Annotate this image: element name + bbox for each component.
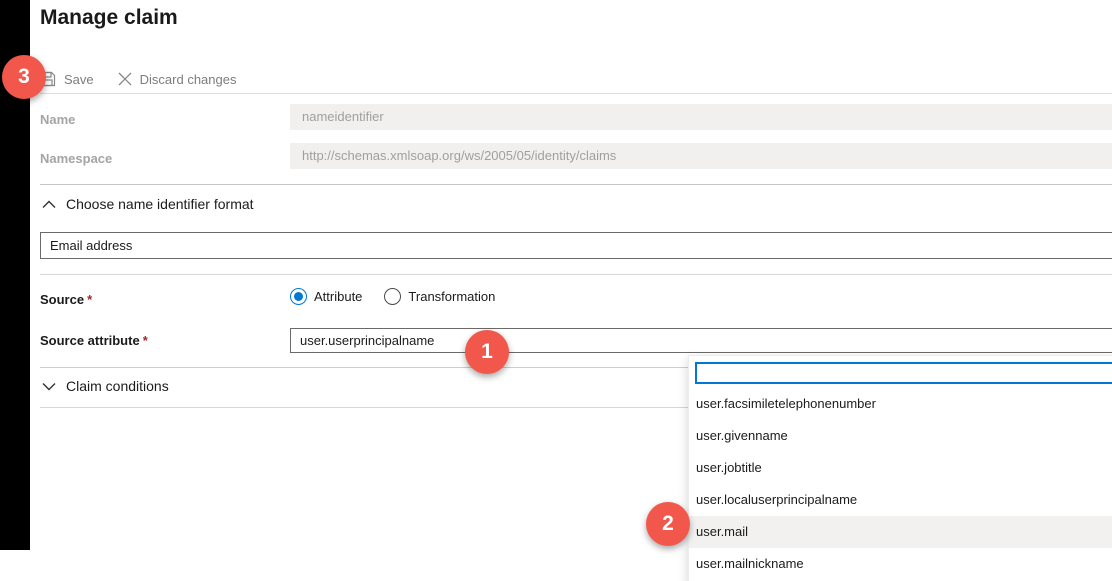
section-divider	[40, 184, 1112, 185]
name-identifier-format-select[interactable]: Email address	[40, 232, 1112, 259]
source-field-label: Source *	[40, 292, 93, 307]
discard-x-icon	[118, 72, 132, 86]
annotation-badge-3: 3	[2, 55, 46, 99]
source-attribute-dropdown: user.facsimiletelephonenumber user.given…	[688, 355, 1112, 581]
row-divider	[40, 274, 1112, 275]
toolbar-divider	[40, 93, 1112, 94]
radio-selected-icon	[290, 288, 307, 305]
list-item[interactable]: user.mailnickname	[689, 548, 1112, 580]
annotation-badge-2: 2	[646, 502, 690, 546]
source-attribute-field-label: Source attribute *	[40, 333, 148, 348]
discard-changes-label: Discard changes	[139, 71, 237, 87]
radio-transformation-label: Transformation	[408, 289, 496, 304]
list-item-user-mail[interactable]: user.mail	[689, 516, 1112, 548]
name-field-label: Name	[40, 112, 76, 127]
radio-unselected-icon	[384, 288, 402, 305]
claim-conditions-section-label: Claim conditions	[66, 378, 169, 394]
source-attribute-input[interactable]	[290, 328, 1112, 353]
namespace-field-value: http://schemas.xmlsoap.org/ws/2005/05/id…	[290, 143, 1112, 169]
name-identifier-format-section-label: Choose name identifier format	[66, 196, 254, 212]
command-bar: Save Discard changes	[40, 66, 236, 92]
radio-attribute-label: Attribute	[314, 289, 363, 304]
discard-changes-button[interactable]: Discard changes	[118, 71, 237, 87]
page-title: Manage claim	[40, 6, 178, 29]
list-item[interactable]: user.localuserprincipalname	[689, 484, 1112, 516]
chevron-up-icon	[42, 200, 56, 209]
chevron-down-icon	[42, 382, 56, 391]
list-item[interactable]: user.jobtitle	[689, 452, 1112, 484]
claim-conditions-section-header[interactable]: Claim conditions	[42, 378, 169, 394]
annotation-badge-1: 1	[465, 330, 509, 374]
save-button-label: Save	[64, 71, 94, 87]
name-identifier-format-section-header[interactable]: Choose name identifier format	[42, 196, 254, 212]
required-asterisk: *	[142, 333, 148, 348]
list-item[interactable]: user.givenname	[689, 420, 1112, 452]
source-radio-group: Attribute Transformation	[290, 288, 495, 305]
list-item[interactable]: user.facsimiletelephonenumber	[689, 388, 1112, 420]
required-asterisk: *	[87, 292, 93, 307]
attribute-list: user.facsimiletelephonenumber user.given…	[689, 388, 1112, 580]
name-field-value: nameidentifier	[290, 104, 1112, 130]
radio-transformation[interactable]: Transformation	[384, 288, 495, 305]
attribute-search-input[interactable]	[695, 362, 1112, 384]
save-button[interactable]: Save	[40, 71, 94, 87]
namespace-field-label: Namespace	[40, 151, 113, 166]
radio-attribute[interactable]: Attribute	[290, 288, 362, 305]
